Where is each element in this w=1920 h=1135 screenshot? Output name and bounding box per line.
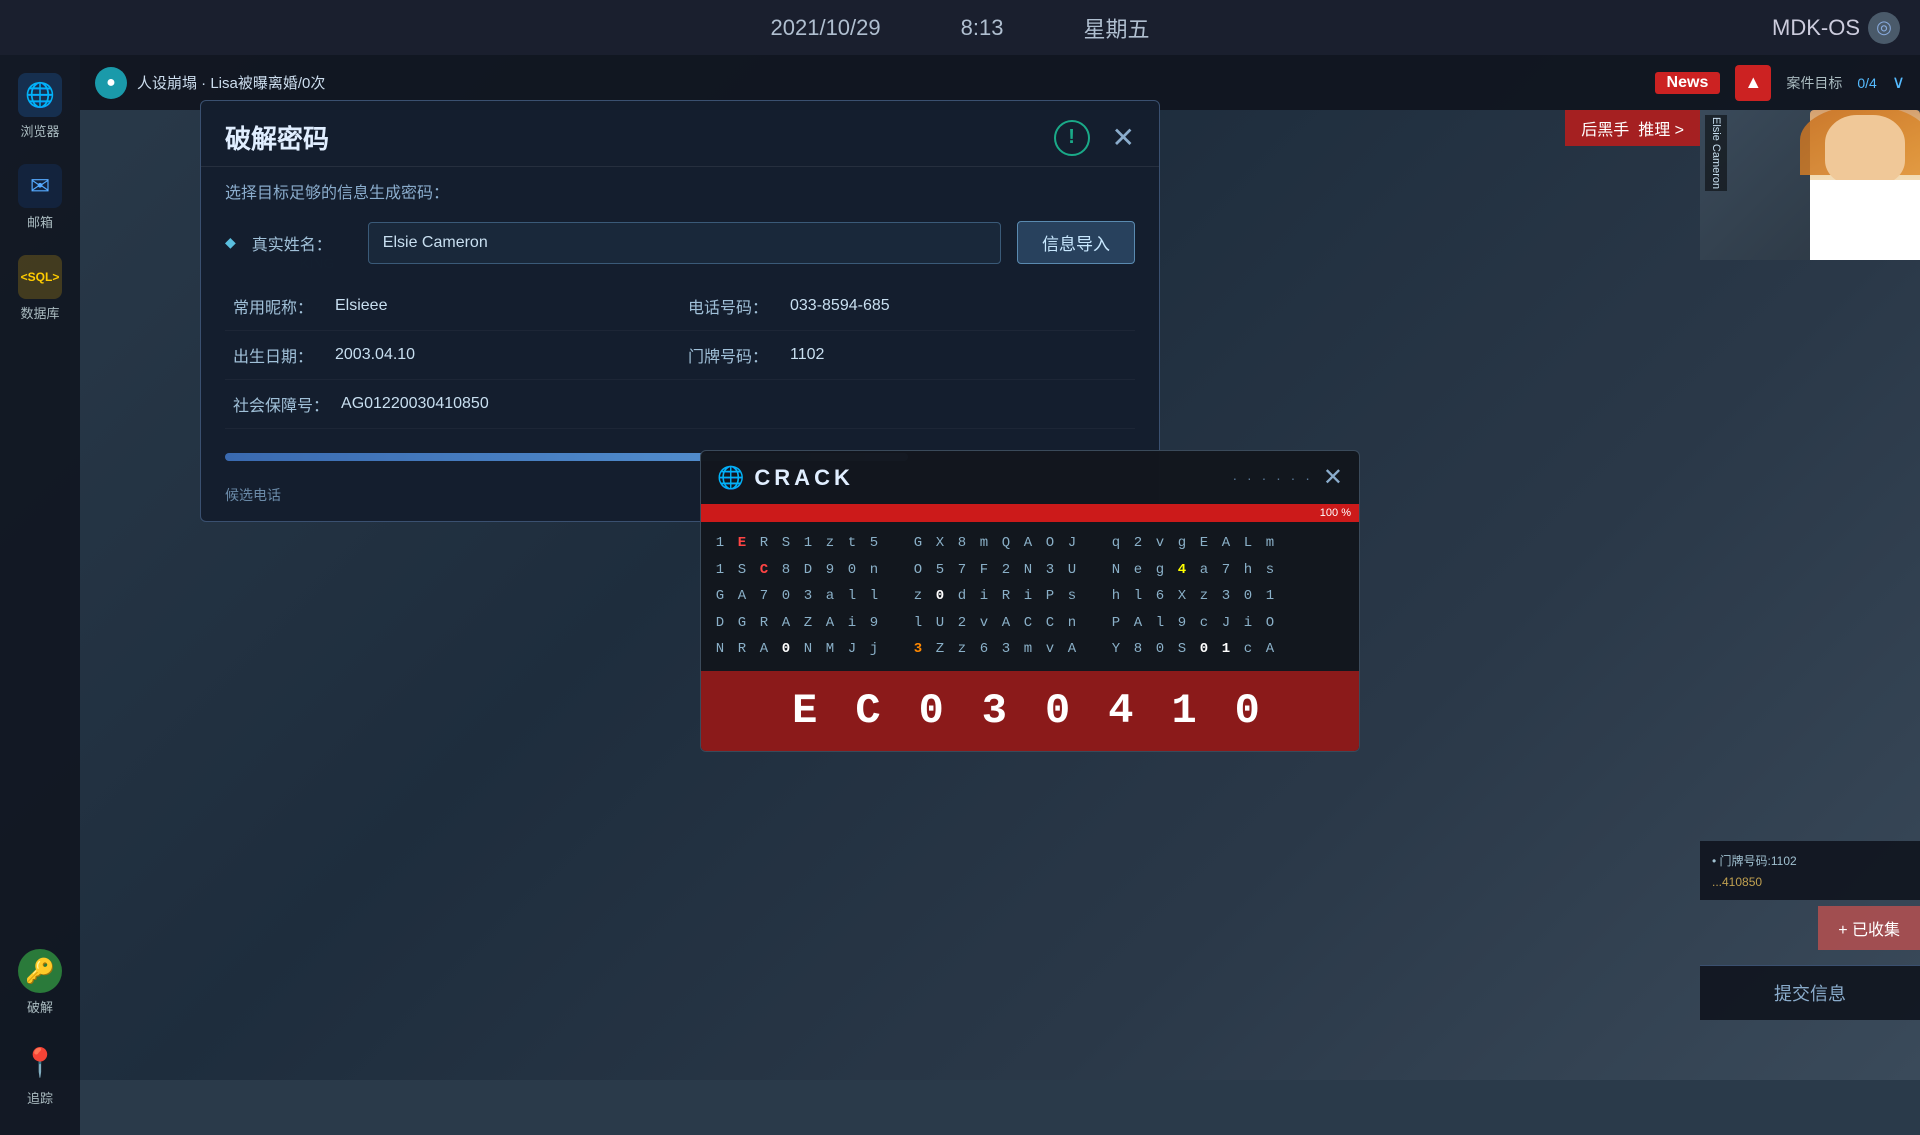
crack-dialog-close[interactable]: ✕: [1112, 121, 1135, 154]
brand-logo: ◎: [1868, 12, 1900, 44]
suspect-name-tag: Elsie Cameron: [1705, 115, 1727, 191]
sidebar-label-browser: 浏览器: [20, 121, 59, 140]
door-label: 门牌号码：: [688, 343, 778, 367]
topbar: 2021/10/29 8:13 星期五 MDK-OS ◎: [0, 0, 1920, 55]
brand-name: MDK-OS: [1772, 15, 1860, 41]
reason-label: 推理: [1638, 122, 1670, 139]
birthday-value: 2003.04.10: [335, 346, 415, 364]
result-char-0a: 0: [919, 687, 952, 735]
topbar-weekday: 星期五: [1083, 12, 1149, 44]
dialog-header: 破解密码 ! ✕: [201, 101, 1159, 167]
topbar-brand: MDK-OS ◎: [1772, 12, 1900, 44]
target-label: 案件目标: [1786, 73, 1842, 93]
header-right: News ▲ 案件目标 0/4 ∨: [1655, 65, 1905, 101]
suspect-card: Elsie Cameron: [1700, 110, 1920, 260]
right-panel: Elsie Cameron: [1700, 110, 1920, 260]
matrix-row-3: D G R A Z A i 9 l U 2 v A C C n P A l 9 …: [713, 610, 1347, 637]
sidebar-item-crack[interactable]: 🔑 破解: [0, 941, 80, 1024]
news-badge[interactable]: News: [1655, 72, 1721, 94]
ssn-value: AG01220030410850: [341, 395, 489, 413]
footer-text: 候选电话: [225, 485, 281, 505]
sidebar-item-mail[interactable]: ✉ 邮箱: [0, 156, 80, 239]
result-char-4: 4: [1108, 687, 1141, 735]
suspect-card-bg: [1700, 110, 1920, 260]
sidebar-label-db: 数据库: [20, 303, 59, 322]
sidebar-item-track[interactable]: 📍 追踪: [0, 1032, 80, 1115]
sidebar-label-crack: 破解: [27, 997, 53, 1016]
import-button[interactable]: 信息导入: [1017, 221, 1135, 264]
result-char-0b: 0: [1045, 687, 1078, 735]
header-title: 人设崩塌 · Lisa被曝离婚/0次: [137, 72, 1645, 93]
matrix-row-4: N R A 0 N M J j 3 Z z 6 3 m v A Y 8 0 S …: [713, 636, 1347, 663]
submit-button[interactable]: 提交信息: [1700, 965, 1920, 1020]
result-char-1: 1: [1171, 687, 1204, 735]
crack-icon: 🔑: [18, 949, 62, 993]
topbar-date: 2021/10/29: [771, 15, 881, 41]
reason-arrow: >: [1675, 122, 1684, 139]
expand-button[interactable]: ∨: [1892, 72, 1905, 93]
collected-item-ssn: ...410850: [1712, 872, 1908, 892]
real-name-value: Elsie Cameron: [368, 222, 1001, 264]
result-char-0c: 0: [1235, 687, 1268, 735]
result-char-E: E: [792, 687, 825, 735]
matrix-row-1: 1 S C 8 D 9 0 n O 5 7 F 2 N 3 U N e g 4 …: [713, 557, 1347, 584]
collected-item-door: • 门牌号码:1102: [1712, 849, 1908, 872]
info-icon: !: [1054, 120, 1090, 156]
crack-progress-label: 100 %: [1320, 507, 1351, 519]
real-name-label: 真实姓名：: [252, 231, 352, 255]
matrix-grid: 1 E R S 1 z t 5 G X 8 m Q A O J q 2 v g …: [701, 522, 1359, 671]
result-char-C: C: [855, 687, 888, 735]
nickname-cell: 常用昵称： Elsieee: [225, 282, 680, 331]
matrix-row-0: 1 E R S 1 z t 5 G X 8 m Q A O J q 2 v g …: [713, 530, 1347, 557]
diamond-icon: ◆: [225, 234, 236, 251]
nickname-label: 常用昵称：: [233, 294, 323, 318]
phone-label: 电话号码：: [688, 294, 778, 318]
sidebar-label-mail: 邮箱: [27, 212, 53, 231]
db-icon: <SQL>: [18, 255, 62, 299]
sidebar-label-track: 追踪: [27, 1088, 53, 1107]
info-grid: 常用昵称： Elsieee 电话号码： 033-8594-685 出生日期： 2…: [201, 272, 1159, 439]
phone-cell: 电话号码： 033-8594-685: [680, 282, 1135, 331]
dialog-title: 破解密码: [225, 119, 1042, 156]
result-char-3: 3: [982, 687, 1015, 735]
sidebar-item-browser[interactable]: 🌐 浏览器: [0, 65, 80, 148]
sidebar-item-db[interactable]: <SQL> 数据库: [0, 247, 80, 330]
crack-popup-title: CRACK: [754, 465, 1222, 491]
real-name-row: ◆ 真实姓名： Elsie Cameron 信息导入: [201, 213, 1159, 272]
browser-icon: 🌐: [18, 73, 62, 117]
target-count: 0/4: [1857, 75, 1876, 91]
culprit-label: 后黑手: [1581, 122, 1629, 139]
nickname-value: Elsieee: [335, 297, 387, 315]
alert-button[interactable]: ▲: [1735, 65, 1771, 101]
birthday-label: 出生日期：: [233, 343, 323, 367]
track-icon: 📍: [18, 1040, 62, 1084]
door-cell: 门牌号码： 1102: [680, 331, 1135, 380]
ssn-label: 社会保障号：: [233, 392, 329, 416]
phone-value: 033-8594-685: [790, 297, 890, 315]
door-value: 1102: [790, 346, 824, 364]
crack-popup: 🌐 CRACK · · · · · · ✕ 100 % 1 E R S 1 z …: [700, 450, 1360, 752]
sidebar: 🌐 浏览器 ✉ 邮箱 <SQL> 数据库 🔑 破解 📍 追踪: [0, 55, 80, 1135]
dialog-subtitle: 选择目标足够的信息生成密码：: [201, 167, 1159, 213]
birthday-cell: 出生日期： 2003.04.10: [225, 331, 680, 380]
globe-icon: 🌐: [717, 465, 744, 491]
header-logo: ●: [95, 67, 127, 99]
crack-popup-close[interactable]: ✕: [1323, 463, 1343, 492]
crack-result-bar: E C 0 3 0 4 1 0: [701, 671, 1359, 751]
collected-button[interactable]: + 已收集: [1818, 906, 1920, 950]
topbar-time: 8:13: [961, 15, 1004, 41]
ssn-cell: 社会保障号： AG01220030410850: [225, 380, 1135, 429]
reason-button[interactable]: 后黑手 推理 >: [1565, 110, 1700, 146]
crack-dots: · · · · · ·: [1232, 470, 1312, 486]
crack-progress-bar: 100 %: [701, 504, 1359, 522]
collected-panel: • 门牌号码:1102 ...410850: [1700, 841, 1920, 900]
mail-icon: ✉: [18, 164, 62, 208]
matrix-row-2: G A 7 0 3 a l l z 0 d i R i P s h l 6 X …: [713, 583, 1347, 610]
crack-popup-header: 🌐 CRACK · · · · · · ✕: [701, 451, 1359, 504]
